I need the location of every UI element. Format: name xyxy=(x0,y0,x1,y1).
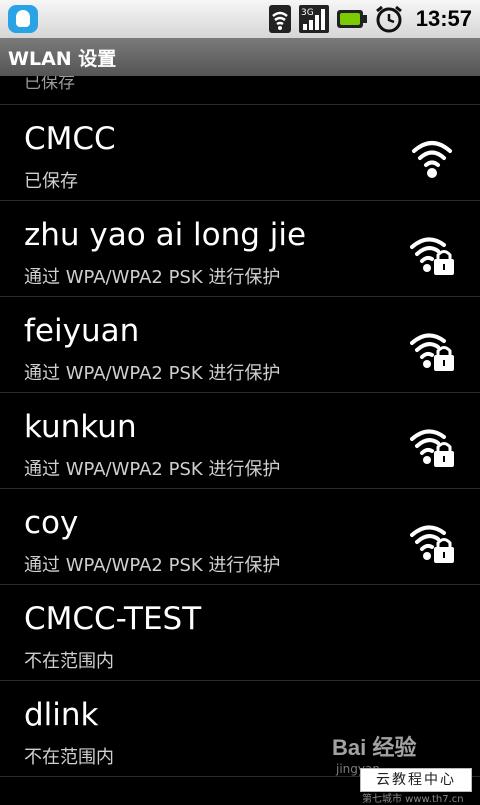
status-time: 13:57 xyxy=(415,6,472,31)
watermark-strip: 第七城市 www.th7.cn xyxy=(362,794,464,805)
list-item-network[interactable]: zhu yao ai long jie 通过 WPA/WPA2 PSK 进行保护 xyxy=(0,201,480,297)
list-item-network[interactable]: CMCC 已保存 xyxy=(0,105,480,201)
wifi-signal-icon xyxy=(268,5,291,33)
title-bar: WLAN 设置 xyxy=(0,38,480,76)
network-status: 已保存 xyxy=(24,76,75,93)
svg-text:3G: 3G xyxy=(301,8,314,18)
wifi-locked-icon xyxy=(410,237,454,275)
wifi-locked-icon xyxy=(410,333,454,371)
network-status: 已保存 xyxy=(24,171,78,192)
wifi-locked-icon xyxy=(410,429,454,467)
network-status: 通过 WPA/WPA2 PSK 进行保护 xyxy=(24,363,281,384)
list-item-partial[interactable]: 已保存 xyxy=(0,76,480,105)
battery-icon xyxy=(336,10,367,28)
network-ssid: feiyuan xyxy=(24,313,140,349)
qq-icon xyxy=(8,5,38,33)
network-status: 通过 WPA/WPA2 PSK 进行保护 xyxy=(24,555,281,576)
baidu-jingyan-watermark: Bai 经验 jingyan xyxy=(332,730,472,776)
network-ssid: CMCC xyxy=(24,121,116,157)
wifi-locked-icon xyxy=(410,525,454,563)
network-status: 不在范围内 xyxy=(24,651,114,672)
network-ssid: coy xyxy=(24,505,79,541)
list-item-network[interactable]: feiyuan 通过 WPA/WPA2 PSK 进行保护 xyxy=(0,297,480,393)
list-item-network[interactable]: kunkun 通过 WPA/WPA2 PSK 进行保护 xyxy=(0,393,480,489)
watermark-brand: Bai 经验 xyxy=(332,735,417,760)
network-ssid: dlink xyxy=(24,697,99,733)
status-bar: 3G 13:57 xyxy=(0,0,480,38)
network-ssid: kunkun xyxy=(24,409,137,445)
list-item-network[interactable]: coy 通过 WPA/WPA2 PSK 进行保护 xyxy=(0,489,480,585)
wifi-open-icon xyxy=(412,141,452,178)
network-status: 不在范围内 xyxy=(24,747,114,768)
network-ssid: CMCC-TEST xyxy=(24,601,202,637)
network-status: 通过 WPA/WPA2 PSK 进行保护 xyxy=(24,267,281,288)
alarm-clock-icon xyxy=(375,5,402,33)
list-item-network[interactable]: CMCC-TEST 不在范围内 xyxy=(0,585,480,681)
network-ssid: zhu yao ai long jie xyxy=(24,217,307,253)
network-status: 通过 WPA/WPA2 PSK 进行保护 xyxy=(24,459,281,480)
watermark-box: 云教程中心 xyxy=(360,768,472,792)
wifi-network-list[interactable]: 已保存 CMCC 已保存 zhu yao ai long jie 通过 WPA/… xyxy=(0,76,480,800)
3g-signal-icon: 3G xyxy=(298,5,329,33)
page-title: WLAN 设置 xyxy=(8,47,117,70)
